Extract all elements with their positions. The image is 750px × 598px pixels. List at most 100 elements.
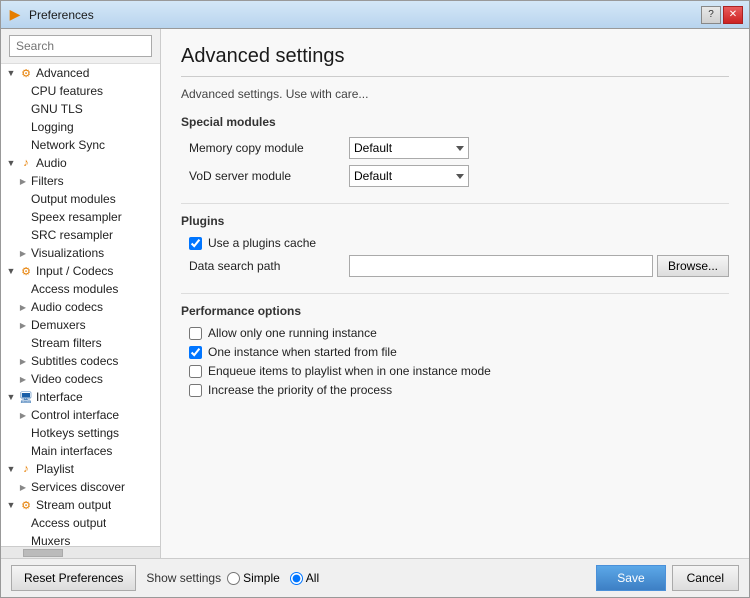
memory-copy-select[interactable]: Default None Custom (349, 137, 469, 159)
sidebar-item-audio-codecs[interactable]: ▶Audio codecs (1, 298, 160, 316)
sidebar-item-hotkeys-settings[interactable]: Hotkeys settings (1, 424, 160, 442)
expand-arrow-main-interfaces (17, 445, 29, 457)
vod-server-row: VoD server module Default None Custom (181, 165, 729, 187)
special-modules-title: Special modules (181, 115, 729, 129)
item-icon-advanced: ⚙ (19, 66, 33, 80)
simple-radio[interactable] (227, 572, 240, 585)
sidebar-scrollbar[interactable] (1, 546, 160, 558)
allow-one-instance-checkbox[interactable] (189, 327, 202, 340)
use-plugins-cache-label: Use a plugins cache (208, 236, 316, 250)
expand-arrow-services-discover: ▶ (17, 481, 29, 493)
sidebar-item-label-access-output: Access output (31, 516, 106, 530)
sidebar-item-interface[interactable]: ▼🖥Interface (1, 388, 160, 406)
sidebar-item-label-speex-resampler: Speex resampler (31, 210, 122, 224)
item-icon-stream-output: ⚙ (19, 498, 33, 512)
sidebar-item-label-audio-codecs: Audio codecs (31, 300, 103, 314)
preferences-window: ▶ Preferences ? ✕ ▼⚙AdvancedCPU features… (0, 0, 750, 598)
help-button[interactable]: ? (701, 6, 721, 24)
sidebar-item-main-interfaces[interactable]: Main interfaces (1, 442, 160, 460)
sidebar-item-src-resampler[interactable]: SRC resampler (1, 226, 160, 244)
sidebar-item-advanced[interactable]: ▼⚙Advanced (1, 64, 160, 82)
data-search-path-input[interactable] (349, 255, 653, 277)
allow-one-instance-row: Allow only one running instance (181, 326, 729, 340)
expand-arrow-stream-filters (17, 337, 29, 349)
sidebar-item-network-sync[interactable]: Network Sync (1, 136, 160, 154)
sidebar-item-subtitles-codecs[interactable]: ▶Subtitles codecs (1, 352, 160, 370)
sidebar-item-label-logging: Logging (31, 120, 74, 134)
memory-copy-row: Memory copy module Default None Custom (181, 137, 729, 159)
page-subtitle: Advanced settings. Use with care... (181, 87, 729, 101)
action-buttons: Save Cancel (596, 565, 739, 591)
expand-arrow-playlist: ▼ (5, 463, 17, 475)
expand-arrow-network-sync (17, 139, 29, 151)
expand-arrow-gnu-tls (17, 103, 29, 115)
sidebar-item-label-stream-filters: Stream filters (31, 336, 102, 350)
sidebar-item-cpu-features[interactable]: CPU features (1, 82, 160, 100)
sidebar-item-stream-output[interactable]: ▼⚙Stream output (1, 496, 160, 514)
enqueue-playlist-label: Enqueue items to playlist when in one in… (208, 364, 491, 378)
expand-arrow-logging (17, 121, 29, 133)
search-input[interactable] (9, 35, 152, 57)
allow-one-instance-label: Allow only one running instance (208, 326, 377, 340)
sidebar-item-visualizations[interactable]: ▶Visualizations (1, 244, 160, 262)
sidebar-item-label-input-codecs: Input / Codecs (36, 264, 113, 278)
show-settings-radio-group: Simple All (227, 571, 319, 585)
sidebar-item-video-codecs[interactable]: ▶Video codecs (1, 370, 160, 388)
enqueue-playlist-checkbox[interactable] (189, 365, 202, 378)
simple-radio-label[interactable]: Simple (227, 571, 280, 585)
sidebar-item-input-codecs[interactable]: ▼⚙Input / Codecs (1, 262, 160, 280)
performance-section: Performance options Allow only one runni… (181, 304, 729, 397)
expand-arrow-audio: ▼ (5, 157, 17, 169)
sidebar-item-label-cpu-features: CPU features (31, 84, 103, 98)
sidebar-item-label-video-codecs: Video codecs (31, 372, 103, 386)
expand-arrow-visualizations: ▶ (17, 247, 29, 259)
page-title: Advanced settings (181, 45, 729, 77)
sidebar-item-control-interface[interactable]: ▶Control interface (1, 406, 160, 424)
sidebar-item-filters[interactable]: ▶Filters (1, 172, 160, 190)
save-button[interactable]: Save (596, 565, 665, 591)
close-button[interactable]: ✕ (723, 6, 743, 24)
vod-server-select[interactable]: Default None Custom (349, 165, 469, 187)
sidebar-item-demuxers[interactable]: ▶Demuxers (1, 316, 160, 334)
sidebar-item-services-discover[interactable]: ▶Services discover (1, 478, 160, 496)
expand-arrow-advanced: ▼ (5, 67, 17, 79)
one-instance-from-file-label: One instance when started from file (208, 345, 397, 359)
one-instance-from-file-checkbox[interactable] (189, 346, 202, 359)
expand-arrow-speex-resampler (17, 211, 29, 223)
scroll-thumb[interactable] (23, 549, 63, 557)
sidebar-item-access-modules[interactable]: Access modules (1, 280, 160, 298)
reset-preferences-button[interactable]: Reset Preferences (11, 565, 136, 591)
sidebar-item-output-modules[interactable]: Output modules (1, 190, 160, 208)
one-instance-from-file-row: One instance when started from file (181, 345, 729, 359)
sidebar-item-label-advanced: Advanced (36, 66, 89, 80)
sidebar-item-label-playlist: Playlist (36, 462, 74, 476)
sidebar-item-muxers[interactable]: Muxers (1, 532, 160, 546)
sidebar-item-label-visualizations: Visualizations (31, 246, 104, 260)
sidebar-item-stream-filters[interactable]: Stream filters (1, 334, 160, 352)
expand-arrow-cpu-features (17, 85, 29, 97)
increase-priority-checkbox[interactable] (189, 384, 202, 397)
performance-title: Performance options (181, 304, 729, 318)
sidebar-item-label-filters: Filters (31, 174, 64, 188)
window-title: Preferences (29, 8, 701, 22)
sidebar-item-logging[interactable]: Logging (1, 118, 160, 136)
sidebar-item-label-demuxers: Demuxers (31, 318, 86, 332)
expand-arrow-access-modules (17, 283, 29, 295)
expand-arrow-demuxers: ▶ (17, 319, 29, 331)
use-plugins-cache-checkbox[interactable] (189, 237, 202, 250)
all-radio-label[interactable]: All (290, 571, 319, 585)
sidebar-item-audio[interactable]: ▼♪Audio (1, 154, 160, 172)
enqueue-playlist-row: Enqueue items to playlist when in one in… (181, 364, 729, 378)
all-radio[interactable] (290, 572, 303, 585)
vod-server-label: VoD server module (189, 169, 349, 183)
sidebar-item-gnu-tls[interactable]: GNU TLS (1, 100, 160, 118)
sidebar-item-label-gnu-tls: GNU TLS (31, 102, 83, 116)
plugins-section: Plugins Use a plugins cache Data search … (181, 214, 729, 277)
sidebar-item-playlist[interactable]: ▼♪Playlist (1, 460, 160, 478)
sidebar-item-access-output[interactable]: Access output (1, 514, 160, 532)
browse-button[interactable]: Browse... (657, 255, 729, 277)
cancel-button[interactable]: Cancel (672, 565, 739, 591)
sidebar-item-speex-resampler[interactable]: Speex resampler (1, 208, 160, 226)
special-modules-section: Special modules Memory copy module Defau… (181, 115, 729, 187)
data-search-path-row: Data search path Browse... (181, 255, 729, 277)
